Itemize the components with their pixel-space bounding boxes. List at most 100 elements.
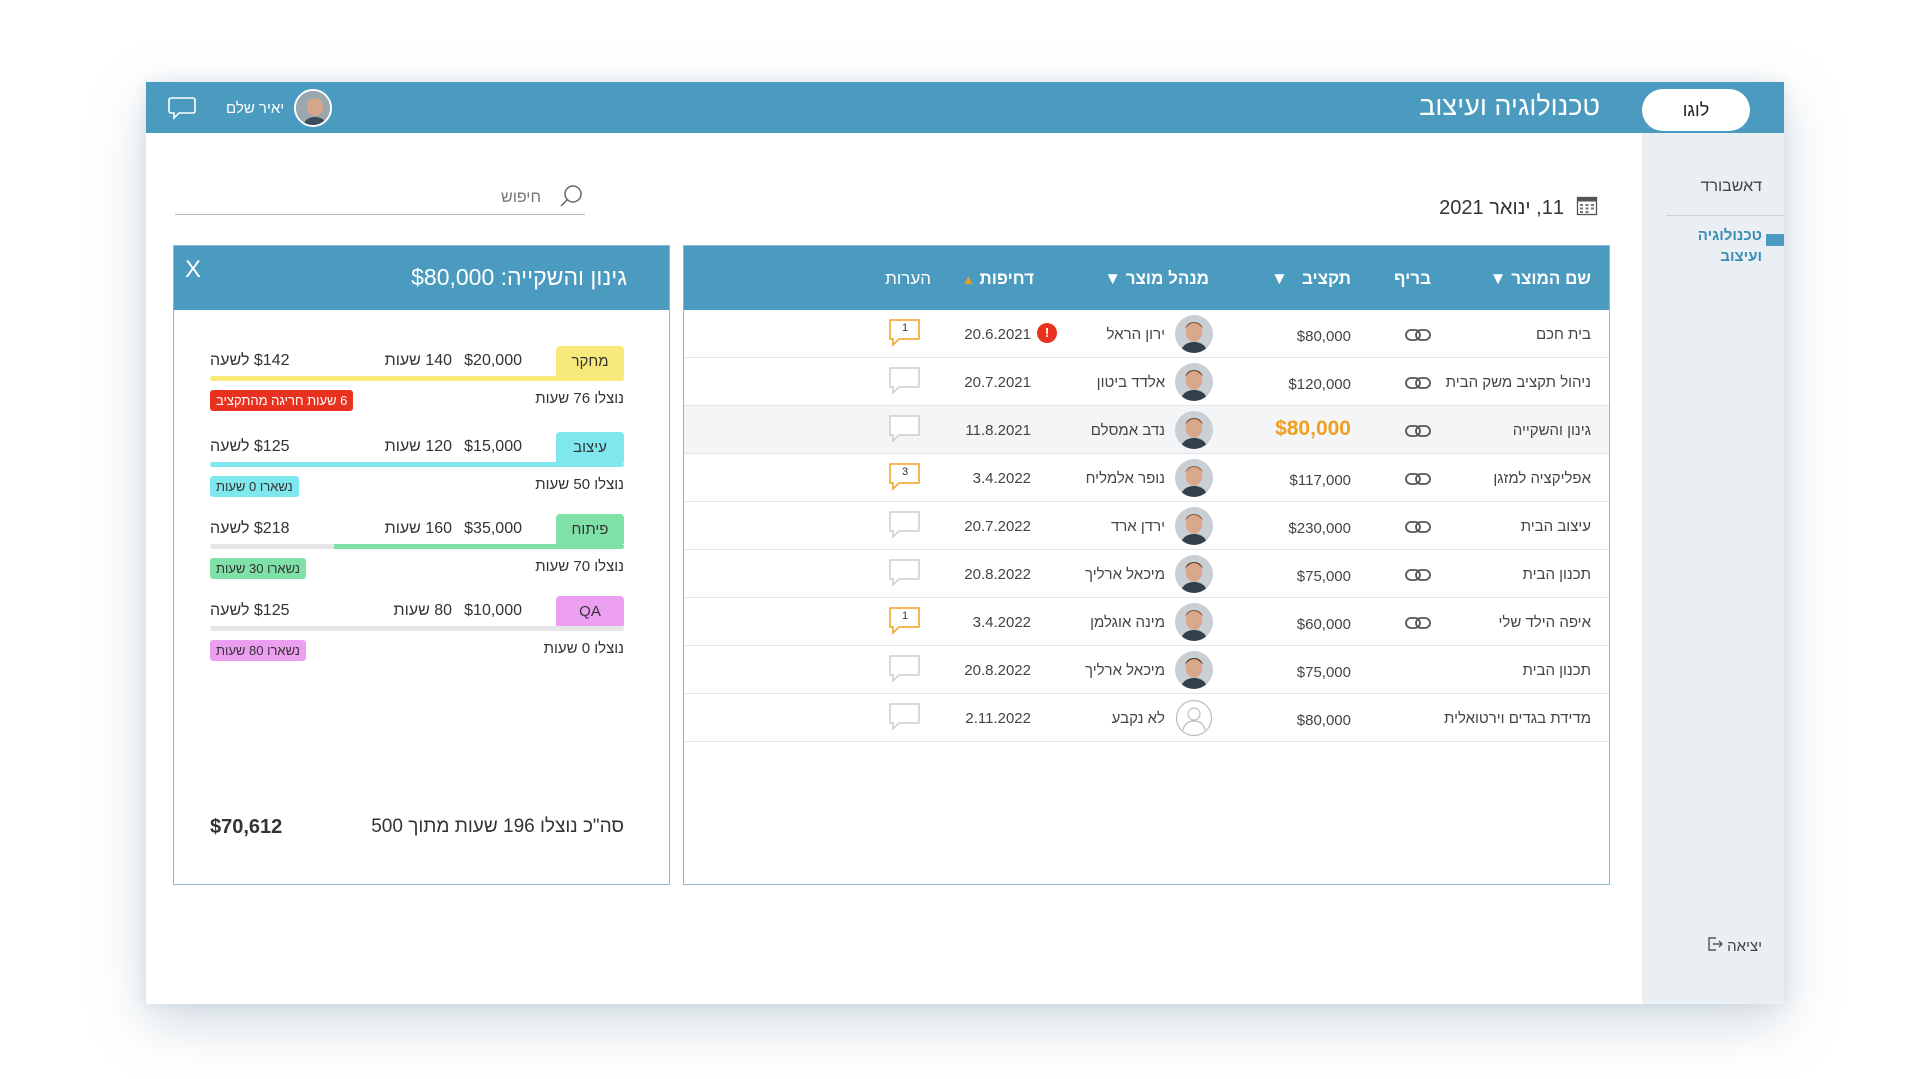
table-row[interactable]: ניהול תקציב משק הבית $120,000 אלדד ביטון 20… [684, 358, 1609, 406]
manager-name: מיכאל ארליך [1085, 662, 1165, 679]
comment-icon[interactable]: 1 [888, 606, 924, 636]
category-tag[interactable]: עיצוב [556, 432, 624, 462]
manager-avatar [1175, 699, 1213, 737]
product-name: גינון והשקייה [1512, 422, 1591, 439]
table-row[interactable]: תכנון הבית $75,000 מיכאל ארליך 20.8.2022 [684, 646, 1609, 694]
table-row[interactable]: אפליקציה למזגן $117,000 נופר אלמליח 3.4.202… [684, 454, 1609, 502]
category-progress-bar [210, 544, 624, 549]
top-bar: לוגו טכנולוגיה ועיצוב יאיר שלם [146, 82, 1784, 133]
manager-avatar [1175, 651, 1213, 689]
manager-name: אלדד ביטון [1096, 374, 1165, 391]
manager-avatar [1175, 603, 1213, 641]
user-name[interactable]: יאיר שלם [226, 100, 284, 117]
manager-name: נדב אמסלם [1090, 422, 1165, 439]
comment-count: 1 [901, 322, 909, 334]
comment-icon[interactable] [888, 558, 924, 588]
table-row[interactable]: איפה הילד שלי $60,000 מינה אוגלמן 3.4.2022 1 [684, 598, 1609, 646]
manager-name: מיכאל ארליך [1085, 566, 1165, 583]
comment-icon[interactable]: 3 [888, 462, 924, 492]
due-date: 20.7.2022 [964, 518, 1031, 535]
comment-icon[interactable] [888, 366, 924, 396]
table-row[interactable]: עיצוב הבית $230,000 ירדן ארד 20.7.2022 [684, 502, 1609, 550]
category-hours: 120 שעות [384, 438, 452, 455]
projects-table: שם המוצר ▼ בריף תקציב ▼ מנהל מוצר ▼ דחיפ… [683, 245, 1610, 885]
link-icon[interactable] [1405, 328, 1431, 347]
link-icon[interactable] [1405, 472, 1431, 491]
product-name: בית חכם [1535, 326, 1591, 343]
sidebar-item-tech-design[interactable]: טכנולוגיה ועיצוב [1682, 225, 1762, 267]
total-amount: $70,612 [210, 816, 283, 838]
product-name: איפה הילד שלי [1498, 614, 1591, 631]
link-icon[interactable] [1405, 376, 1431, 395]
chat-icon[interactable] [168, 96, 196, 120]
manager-name: לא נקבע [1111, 710, 1165, 727]
category-progress-fill [210, 376, 624, 381]
alert-icon: ! [1037, 323, 1057, 343]
logo-button[interactable]: לוגו [1642, 89, 1750, 131]
search-icon[interactable] [559, 183, 585, 214]
comment-count: 1 [901, 610, 909, 622]
budget-value: $75,000 [1296, 568, 1351, 585]
comment-icon[interactable] [888, 414, 924, 444]
link-icon[interactable] [1405, 520, 1431, 539]
comment-icon[interactable]: 1 [888, 318, 924, 348]
link-icon[interactable] [1405, 616, 1431, 635]
sidebar-divider [1666, 215, 1784, 216]
budget-value: $60,000 [1296, 616, 1351, 633]
comment-icon[interactable] [888, 654, 924, 684]
logout-button[interactable]: יציאה [1707, 936, 1762, 956]
column-urgency[interactable]: דחיפות ▲ [962, 269, 1034, 289]
search-input[interactable] [301, 189, 541, 207]
manager-name: ירון הראל [1106, 326, 1165, 343]
avatar[interactable] [294, 89, 333, 127]
column-comments[interactable]: הערות [885, 269, 931, 289]
sidebar-item-dashboard[interactable]: דאשבורד [1701, 178, 1762, 196]
budget-value: $80,000 [1296, 712, 1351, 729]
category-tag[interactable]: QA [556, 596, 624, 626]
category-tag[interactable]: פיתוח [556, 514, 624, 544]
table-row[interactable]: בית חכם $80,000 ירון הראל! 20.6.2021 1 [684, 310, 1609, 358]
comment-icon[interactable] [888, 510, 924, 540]
budget-detail-panel: גינון והשקייה: $80,000 X מחקר $20,000 140 … [173, 245, 670, 885]
calendar-icon[interactable] [1576, 194, 1598, 222]
page-title: טכנולוגיה ועיצוב [1419, 91, 1600, 121]
column-product[interactable]: שם המוצר ▼ [1490, 269, 1591, 289]
comment-icon[interactable] [888, 702, 924, 732]
link-icon[interactable] [1405, 424, 1431, 443]
category-progress-fill [334, 544, 624, 549]
budget-category: מחקר $20,000 140 שעות $142 לשעה נוצלו 76 שעו… [210, 346, 624, 411]
column-budget[interactable]: תקציב ▼ [1271, 269, 1351, 289]
category-status-badge: נשארו 0 שעות [210, 476, 299, 497]
category-hours: 80 שעות [393, 602, 452, 619]
category-progress-fill [210, 462, 624, 467]
due-date: 20.6.2021 [964, 326, 1031, 343]
manager-avatar [1175, 555, 1213, 593]
due-date: 3.4.2022 [972, 470, 1031, 487]
due-date: 20.7.2021 [964, 374, 1031, 391]
category-rate: $142 לשעה [210, 352, 290, 369]
category-tag[interactable]: מחקר [556, 346, 624, 376]
manager-avatar [1175, 363, 1213, 401]
category-status-badge: נשארו 30 שעות [210, 558, 306, 579]
column-brief[interactable]: בריף [1394, 269, 1431, 289]
logout-icon [1707, 936, 1724, 956]
category-budget: $15,000 [464, 438, 522, 455]
column-manager[interactable]: מנהל מוצר ▼ [1104, 269, 1209, 289]
sidebar-active-marker [1766, 234, 1784, 246]
close-icon[interactable]: X [185, 256, 201, 284]
table-row[interactable]: גינון והשקייה $80,000 נדב אמסלם 11.8.2021 [684, 406, 1609, 454]
due-date: 2.11.2022 [965, 710, 1031, 727]
budget-value: $120,000 [1288, 376, 1351, 393]
product-name: מדידת בגדים וירטואלית [1444, 710, 1591, 727]
budget-category: עיצוב $15,000 120 שעות $125 לשעה נוצלו 50 שע… [210, 432, 624, 497]
manager-name: נופר אלמליח [1085, 470, 1165, 487]
category-hours: 140 שעות [384, 352, 452, 369]
user-area: יאיר שלם [168, 89, 333, 127]
table-row[interactable]: מדידת בגדים וירטואלית $80,000 לא נקבע 2.11.… [684, 694, 1609, 742]
app-window: לוגו טכנולוגיה ועיצוב יאיר שלם דאשבורד ט… [146, 82, 1784, 1004]
link-icon[interactable] [1405, 568, 1431, 587]
detail-header: גינון והשקייה: $80,000 X [174, 246, 669, 310]
detail-title: גינון והשקייה: $80,000 [411, 264, 627, 290]
budget-category: פיתוח $35,000 160 שעות $218 לשעה נוצלו 70 שע… [210, 514, 624, 579]
table-row[interactable]: תכנון הבית $75,000 מיכאל ארליך 20.8.2022 [684, 550, 1609, 598]
